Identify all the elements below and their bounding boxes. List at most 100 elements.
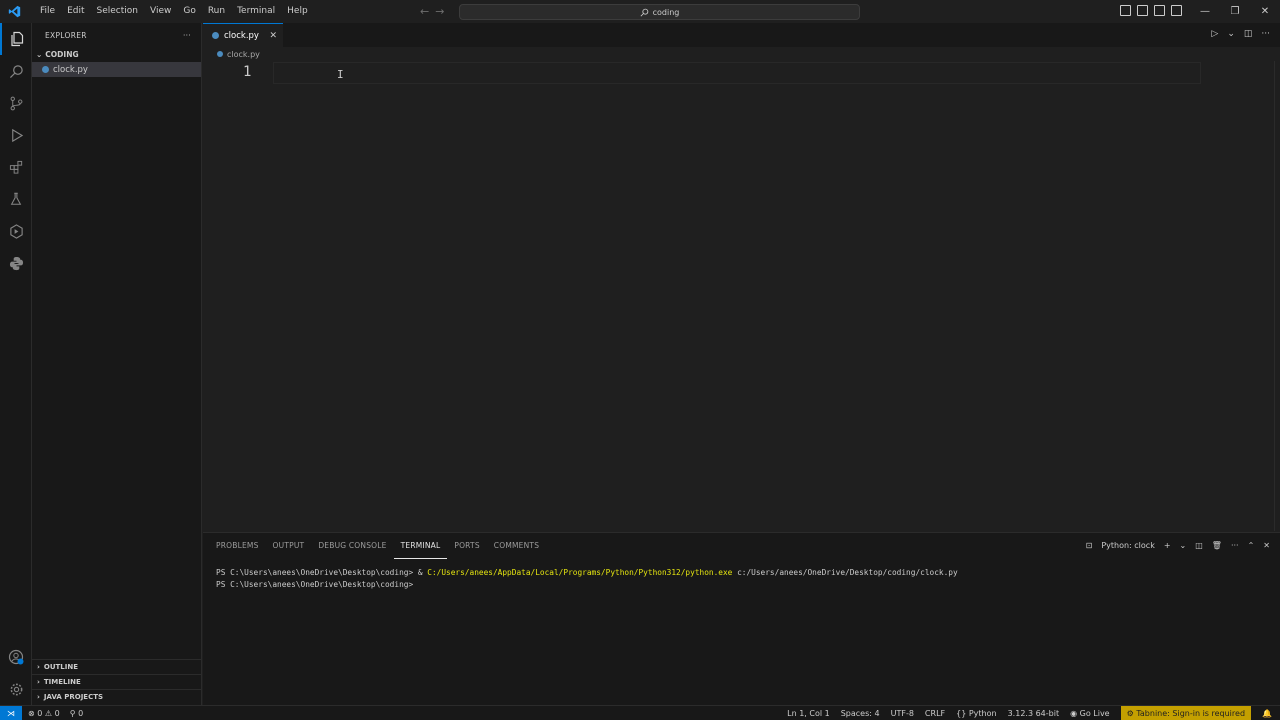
chevron-right-icon: › — [37, 693, 40, 701]
chevron-down-icon[interactable]: ⌄ — [1180, 541, 1187, 550]
braces-icon: {} — [956, 709, 967, 718]
error-count: 0 — [37, 708, 43, 718]
minimize-icon[interactable]: — — [1190, 0, 1220, 23]
language-mode[interactable]: {} Python — [956, 709, 996, 718]
testing-icon[interactable] — [0, 183, 32, 215]
tab-problems[interactable]: PROBLEMS — [209, 533, 266, 559]
extensions-icon[interactable] — [0, 151, 32, 183]
new-terminal-icon[interactable]: + — [1164, 541, 1171, 550]
more-actions-icon[interactable]: ··· — [1231, 541, 1239, 550]
title-bar: File Edit Selection View Go Run Terminal… — [0, 0, 1280, 23]
split-terminal-icon[interactable]: ◫ — [1195, 541, 1203, 550]
tab-debug-console[interactable]: DEBUG CONSOLE — [311, 533, 393, 559]
editor-tab-bar: clock.py ✕ ▷ ⌄ ◫ ··· — [203, 23, 1280, 47]
section-label: TIMELINE — [43, 678, 81, 686]
ports-status[interactable]: ⚲ 0 — [70, 709, 84, 718]
window-controls: — ❐ ✕ — [1190, 0, 1280, 23]
layout-controls — [1120, 5, 1182, 16]
menu-view[interactable]: View — [144, 0, 177, 23]
scrollbar[interactable] — [1274, 61, 1280, 531]
source-control-icon[interactable] — [0, 87, 32, 119]
toggle-panel-icon[interactable] — [1137, 5, 1148, 16]
section-outline[interactable]: › OUTLINE — [32, 659, 202, 674]
search-text: coding — [652, 7, 680, 17]
customize-layout-icon[interactable] — [1171, 5, 1182, 16]
status-bar: ⋊ ⊗ 0 ⚠ 0 ⚲ 0 Ln 1, Col 1 Spaces: 4 UTF-… — [0, 705, 1280, 720]
manage-gear-icon[interactable] — [0, 673, 32, 705]
editor-actions: ▷ ⌄ ◫ ··· — [1211, 29, 1270, 39]
section-java-projects[interactable]: › JAVA PROJECTS — [32, 689, 202, 704]
explorer-icon[interactable] — [0, 23, 32, 55]
search-view-icon[interactable] — [0, 55, 32, 87]
folder-label: CODING — [45, 50, 79, 59]
tab-ports[interactable]: PORTS — [447, 533, 486, 559]
problems-status[interactable]: ⊗ 0 ⚠ 0 — [28, 709, 60, 718]
back-arrow-icon[interactable]: ← — [420, 5, 429, 18]
toggle-sidebar-icon[interactable] — [1120, 5, 1131, 16]
remote-indicator-icon[interactable]: ⋊ — [0, 705, 22, 720]
go-live-button[interactable]: ◉ Go Live — [1070, 709, 1110, 718]
indentation[interactable]: Spaces: 4 — [841, 709, 880, 718]
python-interpreter[interactable]: 3.12.3 64-bit — [1008, 709, 1060, 718]
tabnine-status[interactable]: ⚙ Tabnine: Sign-in is required — [1120, 706, 1252, 720]
forward-arrow-icon[interactable]: → — [435, 5, 444, 18]
menu-file[interactable]: File — [34, 0, 61, 23]
menu-help[interactable]: Help — [281, 0, 314, 23]
explorer-sidebar: EXPLORER ··· ⌄ CODING clock.py › OUTLINE… — [32, 23, 202, 705]
trash-icon[interactable]: 🗑 — [1212, 541, 1222, 550]
file-item-clock-py[interactable]: clock.py — [32, 62, 201, 77]
remote-explorer-icon[interactable] — [0, 215, 32, 247]
terminal-output[interactable]: PS C:\Users\anees\OneDrive\Desktop\codin… — [216, 567, 958, 590]
terminal-icon: ⊡ — [1085, 541, 1093, 550]
terminal-prompt: PS C:\Users\anees\OneDrive\Desktop\codin… — [216, 579, 414, 589]
end-of-line[interactable]: CRLF — [925, 709, 945, 718]
terminal-prompt: PS C:\Users\anees\OneDrive\Desktop\codin… — [216, 568, 428, 577]
status-right: Ln 1, Col 1 Spaces: 4 UTF-8 CRLF {} Pyth… — [787, 706, 1280, 720]
terminal-arg: c:/Users/anees/OneDrive/Desktop/coding/c… — [732, 568, 958, 577]
more-actions-icon[interactable]: ··· — [1261, 29, 1270, 39]
tab-clock-py[interactable]: clock.py ✕ — [203, 23, 283, 47]
maximize-panel-icon[interactable]: ⌃ — [1248, 541, 1255, 550]
cursor-position[interactable]: Ln 1, Col 1 — [787, 709, 830, 718]
menu-edit[interactable]: Edit — [61, 0, 90, 23]
restore-icon[interactable]: ❐ — [1220, 0, 1250, 23]
menu-selection[interactable]: Selection — [91, 0, 144, 23]
toggle-secondary-sidebar-icon[interactable] — [1154, 5, 1165, 16]
split-editor-icon[interactable]: ◫ — [1244, 29, 1253, 39]
go-live-label: Go Live — [1079, 709, 1110, 718]
panel-actions: ⊡ Python: clock + ⌄ ◫ 🗑 ··· ⌃ ✕ — [1086, 541, 1270, 550]
warning-count: 0 — [54, 708, 60, 718]
ports-icon: ⚲ — [69, 708, 76, 718]
command-center-search[interactable]: coding — [459, 4, 860, 20]
notifications-bell-icon[interactable]: 🔔 — [1262, 709, 1272, 718]
section-timeline[interactable]: › TIMELINE — [32, 674, 202, 689]
navigation-arrows: ← → — [420, 5, 444, 18]
more-actions-icon[interactable]: ··· — [183, 31, 191, 40]
breadcrumb-file[interactable]: clock.py — [227, 50, 260, 59]
explorer-header: EXPLORER ··· — [32, 23, 201, 47]
run-dropdown-icon[interactable]: ⌄ — [1227, 29, 1235, 39]
close-tab-icon[interactable]: ✕ — [269, 31, 277, 41]
vscode-logo-icon — [0, 0, 28, 23]
close-panel-icon[interactable]: ✕ — [1263, 541, 1270, 550]
folder-coding[interactable]: ⌄ CODING — [32, 47, 201, 62]
python-icon[interactable] — [0, 247, 32, 279]
accounts-icon[interactable] — [0, 641, 32, 673]
run-debug-icon[interactable] — [0, 119, 32, 151]
menu-terminal[interactable]: Terminal — [231, 0, 281, 23]
terminal-name[interactable]: Python: clock — [1101, 541, 1155, 550]
tab-comments[interactable]: COMMENTS — [487, 533, 546, 559]
activity-bottom — [0, 641, 32, 705]
run-file-icon[interactable]: ▷ — [1211, 29, 1218, 39]
close-window-icon[interactable]: ✕ — [1250, 0, 1280, 23]
code-editor[interactable]: 1 I — [203, 61, 1280, 531]
chevron-right-icon: › — [37, 678, 40, 686]
bottom-panel: PROBLEMS OUTPUT DEBUG CONSOLE TERMINAL P… — [203, 532, 1280, 705]
breadcrumb: clock.py — [203, 47, 260, 61]
tab-output[interactable]: OUTPUT — [266, 533, 312, 559]
menu-go[interactable]: Go — [177, 0, 201, 23]
tab-terminal[interactable]: TERMINAL — [393, 533, 448, 559]
python-file-icon — [217, 51, 223, 57]
encoding[interactable]: UTF-8 — [891, 709, 914, 718]
menu-run[interactable]: Run — [202, 0, 231, 23]
